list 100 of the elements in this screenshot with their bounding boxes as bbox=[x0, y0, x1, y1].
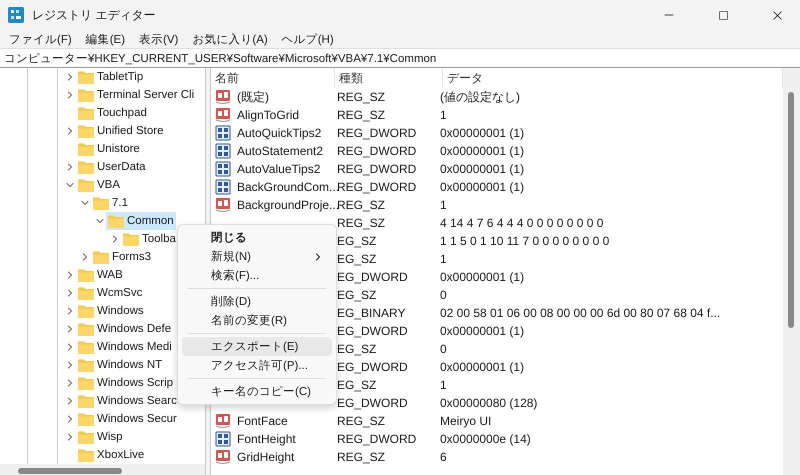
value-data: 0x00000001 (1) bbox=[439, 180, 524, 194]
value-data: 0x00000001 (1) bbox=[439, 126, 524, 140]
value-data: 0 bbox=[439, 342, 447, 356]
tree-node[interactable]: 7.1 bbox=[91, 194, 130, 212]
context-menu-item[interactable]: キー名のコピー(C) bbox=[182, 382, 332, 401]
folder-icon bbox=[78, 88, 94, 102]
value-data: 0x00000001 (1) bbox=[439, 360, 524, 374]
value-data: 1 bbox=[439, 108, 447, 122]
folder-icon bbox=[78, 430, 94, 444]
binary-value-icon bbox=[215, 431, 231, 447]
value-type: REG_SZ bbox=[336, 414, 386, 428]
column-header[interactable]: 名前 bbox=[211, 68, 335, 88]
folder-icon bbox=[78, 286, 94, 300]
tree-node[interactable]: Forms3 bbox=[91, 248, 153, 266]
tree-node[interactable]: WAB bbox=[76, 266, 125, 284]
folder-icon bbox=[78, 340, 94, 354]
value-type: EG_DWORD bbox=[336, 324, 409, 338]
context-menu-item[interactable]: エクスポート(E) bbox=[182, 337, 332, 356]
value-data: 0 bbox=[439, 288, 447, 302]
folder-icon bbox=[78, 160, 94, 174]
binary-value-icon bbox=[215, 179, 231, 195]
menu-item[interactable]: 表示(V) bbox=[132, 32, 186, 46]
tree-node[interactable]: Windows Defe bbox=[76, 320, 174, 338]
value-data: 6 bbox=[439, 450, 447, 464]
value-name[interactable]: GridHeight bbox=[233, 450, 294, 464]
tree-node[interactable]: Toolba bbox=[121, 230, 178, 248]
value-type: REG_SZ bbox=[336, 90, 386, 104]
value-data: (値の設定なし) bbox=[439, 88, 520, 106]
context-menu-item[interactable]: 削除(D) bbox=[182, 292, 332, 311]
maximize-icon[interactable] bbox=[718, 10, 728, 20]
value-type: EG_SZ bbox=[336, 288, 378, 302]
folder-icon bbox=[78, 124, 94, 138]
tree-node[interactable]: Wisp bbox=[76, 428, 125, 446]
value-data: 1 bbox=[439, 378, 447, 392]
context-menu-item[interactable]: 名前の変更(R) bbox=[182, 311, 332, 330]
value-name[interactable]: AutoQuickTips2 bbox=[233, 126, 322, 140]
value-type: EG_BINARY bbox=[336, 306, 406, 320]
value-type: REG_DWORD bbox=[336, 162, 418, 176]
context-menu-item[interactable]: 閉じる bbox=[182, 228, 332, 247]
tree-node[interactable]: Windows bbox=[76, 302, 146, 320]
value-data: 0x00000080 (128) bbox=[439, 396, 538, 410]
tree-node[interactable]: Windows Medi bbox=[76, 338, 174, 356]
value-type: EG_SZ bbox=[336, 378, 378, 392]
tree-node[interactable]: Unified Store bbox=[76, 122, 166, 140]
context-menu-item[interactable]: アクセス許可(P)... bbox=[182, 356, 332, 375]
value-name[interactable]: FontFace bbox=[233, 414, 288, 428]
folder-icon bbox=[93, 196, 109, 210]
value-name[interactable]: AutoStatement2 bbox=[233, 144, 324, 158]
menu-item[interactable]: ファイル(F) bbox=[2, 32, 79, 46]
tree-node[interactable]: Unistore bbox=[76, 140, 142, 158]
vertical-scrollbar[interactable] bbox=[783, 68, 800, 475]
value-data: 0x00000001 (1) bbox=[439, 162, 524, 176]
folder-icon bbox=[93, 250, 109, 264]
folder-icon bbox=[78, 394, 94, 408]
tree-node[interactable]: TabletTip bbox=[76, 68, 146, 86]
tree-node[interactable]: VBA bbox=[76, 176, 122, 194]
value-data: 0x00000001 (1) bbox=[439, 270, 524, 284]
value-type: EG_SZ bbox=[336, 342, 378, 356]
folder-icon bbox=[78, 358, 94, 372]
address-bar[interactable]: コンピューター¥HKEY_CURRENT_USER¥Software¥Microsoft¥VBA¥7.1¥Common bbox=[0, 48, 800, 68]
tree-node[interactable]: UserData bbox=[76, 158, 148, 176]
value-name[interactable]: FontHeight bbox=[233, 432, 296, 446]
tree-node[interactable]: Terminal Server Cli bbox=[76, 86, 196, 104]
tree-node[interactable]: Windows Secur bbox=[76, 410, 179, 428]
value-name[interactable]: (既定) bbox=[233, 88, 269, 106]
value-name[interactable]: BackgroundProje... bbox=[233, 198, 340, 212]
tree-node[interactable]: Touchpad bbox=[76, 104, 149, 122]
folder-icon bbox=[78, 268, 94, 282]
folder-icon bbox=[78, 142, 94, 156]
tree-node[interactable]: Windows NT bbox=[76, 356, 164, 374]
menu-item[interactable]: ヘルプ(H) bbox=[274, 32, 341, 46]
folder-icon bbox=[78, 304, 94, 318]
menu-item[interactable]: お気に入り(A) bbox=[185, 32, 275, 46]
binary-value-icon bbox=[215, 143, 231, 159]
value-name[interactable]: BackGroundCom... bbox=[233, 180, 340, 194]
horizontal-scrollbar[interactable] bbox=[0, 464, 205, 475]
tree-node[interactable]: Windows Searc bbox=[76, 392, 179, 410]
value-data: 0x0000000e (14) bbox=[439, 432, 531, 446]
value-type: REG_DWORD bbox=[336, 126, 418, 140]
tree-node[interactable]: Common bbox=[106, 212, 176, 230]
tree-node[interactable]: WcmSvc bbox=[76, 284, 144, 302]
tree-node[interactable]: XboxLive bbox=[76, 446, 146, 464]
value-type: EG_DWORD bbox=[336, 270, 409, 284]
value-data: 0x00000001 (1) bbox=[439, 144, 524, 158]
value-name[interactable]: AutoValueTips2 bbox=[233, 162, 320, 176]
context-menu-item[interactable]: 検索(F)... bbox=[182, 266, 332, 285]
folder-icon bbox=[78, 178, 94, 192]
menu-item[interactable]: 編集(E) bbox=[78, 32, 132, 46]
binary-value-icon bbox=[215, 161, 231, 177]
value-type: EG_SZ bbox=[336, 234, 378, 248]
context-menu-item[interactable]: 新規(N) bbox=[182, 247, 332, 266]
string-value-icon bbox=[215, 413, 231, 429]
tree-node[interactable]: Windows Scrip bbox=[76, 374, 176, 392]
folder-icon bbox=[78, 322, 94, 336]
string-value-icon bbox=[215, 89, 231, 105]
value-data: Meiryo UI bbox=[439, 414, 492, 428]
value-name[interactable]: AlignToGrid bbox=[233, 108, 300, 122]
string-value-icon bbox=[215, 197, 231, 213]
column-header[interactable]: 種類 bbox=[335, 68, 443, 88]
value-type: REG_DWORD bbox=[336, 144, 418, 158]
